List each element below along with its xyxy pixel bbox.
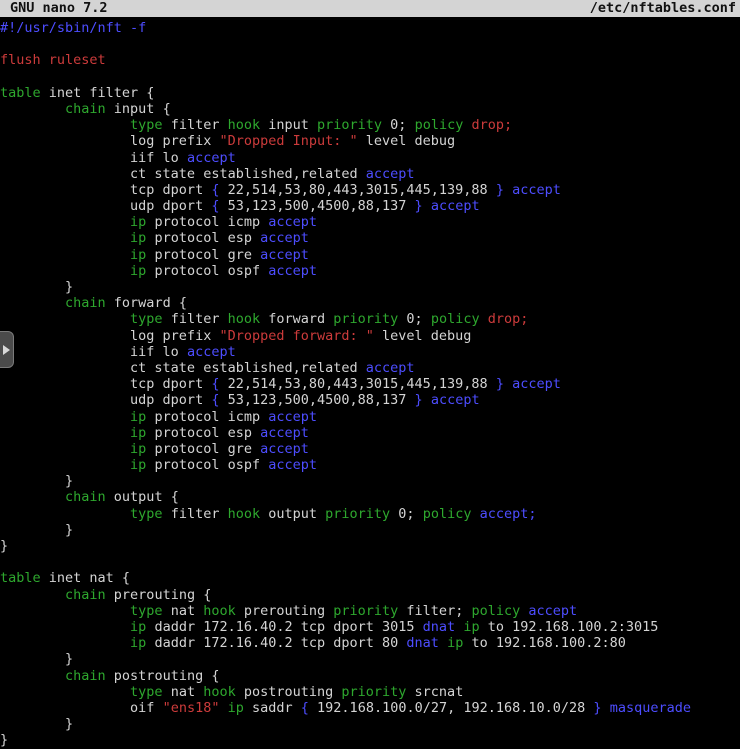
code-line [0,554,740,570]
code-line: chain input { [0,101,740,117]
nano-titlebar: GNU nano 7.2 /etc/nftables.conf [0,0,740,17]
code-line: } [0,279,740,295]
code-line: chain forward { [0,295,740,311]
app-title: GNU nano 7.2 [10,0,108,17]
code-line: ip daddr 172.16.40.2 tcp dport 3015 dnat… [0,619,740,635]
code-line: iif lo accept [0,150,740,166]
code-line: table inet nat { [0,570,740,586]
code-line: oif "ens18" ip saddr { 192.168.100.0/27,… [0,700,740,716]
code-line: ip protocol ospf accept [0,457,740,473]
code-line: type filter hook output priority 0; poli… [0,506,740,522]
editor-content[interactable]: #!/usr/sbin/nft -f flush ruleset table i… [0,17,740,748]
code-line: chain output { [0,489,740,505]
code-line: log prefix "Dropped forward: " level deb… [0,328,740,344]
code-line: table inet filter { [0,85,740,101]
code-line: ip protocol icmp accept [0,214,740,230]
code-line: } [0,538,740,554]
code-line: type filter hook forward priority 0; pol… [0,311,740,327]
code-line: flush ruleset [0,52,740,68]
code-line: ip protocol gre accept [0,441,740,457]
code-line: iif lo accept [0,344,740,360]
code-line: tcp dport { 22,514,53,80,443,3015,445,13… [0,376,740,392]
code-line: ip protocol esp accept [0,425,740,441]
code-line: ip protocol ospf accept [0,263,740,279]
code-line: chain postrouting { [0,668,740,684]
code-line: ip protocol gre accept [0,247,740,263]
code-line: } [0,522,740,538]
code-line: } [0,716,740,732]
code-line: ct state established,related accept [0,166,740,182]
code-line: udp dport { 53,123,500,4500,88,137 } acc… [0,198,740,214]
code-line [0,69,740,85]
code-line: tcp dport { 22,514,53,80,443,3015,445,13… [0,182,740,198]
code-line: log prefix "Dropped Input: " level debug [0,133,740,149]
code-line: #!/usr/sbin/nft -f [0,20,740,36]
code-line: ip protocol esp accept [0,230,740,246]
code-line: } [0,473,740,489]
code-line: type nat hook postrouting priority srcna… [0,684,740,700]
code-line [0,36,740,52]
code-line: type nat hook prerouting priority filter… [0,603,740,619]
code-line: type filter hook input priority 0; polic… [0,117,740,133]
code-line: ip protocol icmp accept [0,409,740,425]
code-line: } [0,732,740,748]
code-line: ip daddr 172.16.40.2 tcp dport 80 dnat i… [0,635,740,651]
code-line: ct state established,related accept [0,360,740,376]
code-line: udp dport { 53,123,500,4500,88,137 } acc… [0,392,740,408]
novnc-control-bar-handle[interactable] [0,331,14,368]
code-line: } [0,651,740,667]
expand-right-triangle-icon [3,345,10,355]
file-path: /etc/nftables.conf [590,0,736,17]
code-line: chain prerouting { [0,587,740,603]
